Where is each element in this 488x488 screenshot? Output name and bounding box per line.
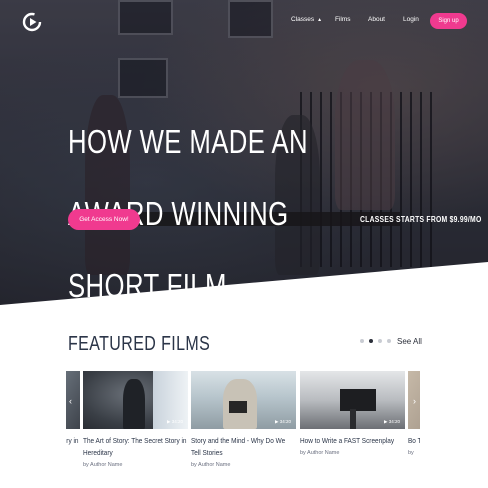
- film-thumbnail[interactable]: ▶ 34:20: [191, 371, 296, 429]
- nav-films[interactable]: Films: [335, 16, 351, 23]
- duration-badge: ▶ 34:20: [167, 419, 183, 425]
- hero-title-line: SHORT FILM: [68, 267, 227, 304]
- film-author: by Author Name: [191, 462, 231, 468]
- film-card[interactable]: The Art of Story: The Secret Story in He…: [66, 371, 80, 459]
- duration-text: 34:20: [388, 419, 400, 424]
- featured-films-title: FEATURED FILMS: [68, 333, 211, 355]
- play-logo-icon[interactable]: [22, 12, 42, 32]
- film-title[interactable]: How to Write a FAST Screenplay: [300, 435, 405, 447]
- film-title[interactable]: The Art of Story: The Secret Story in He…: [83, 435, 188, 459]
- nav-about[interactable]: About: [368, 16, 385, 23]
- nav-login[interactable]: Login: [403, 16, 419, 23]
- classes-price-note: CLASSES STARTS FROM $9.99/MO: [360, 215, 482, 224]
- pagination-dot-active[interactable]: [369, 339, 373, 343]
- film-title[interactable]: Bo Tal: [408, 435, 420, 447]
- film-card[interactable]: ▶ 34:20 How to Write a FAST Screenplay b…: [300, 371, 405, 456]
- film-card[interactable]: ▶ 34:20 Story and the Mind - Why Do We T…: [191, 371, 296, 468]
- nav-classes-label: Classes: [291, 16, 315, 23]
- get-access-button[interactable]: Get Access Now!: [68, 209, 140, 230]
- hero-title-line: HOW WE MADE AN: [68, 123, 308, 160]
- caret-up-icon: ▲: [317, 17, 323, 23]
- film-author: by Author Name: [83, 462, 123, 468]
- duration-text: 34:20: [171, 419, 183, 424]
- thumbnail-figure: [123, 379, 145, 429]
- duration-text: 34:20: [279, 419, 291, 424]
- featured-films-carousel: The Art of Story: The Secret Story in He…: [66, 371, 420, 488]
- chevron-left-icon[interactable]: ‹: [69, 396, 72, 406]
- film-author: by: [408, 450, 414, 456]
- duration-badge: ▶ 34:20: [384, 419, 400, 425]
- see-all-link[interactable]: See All: [397, 337, 422, 346]
- film-card[interactable]: Bo Tal by: [408, 371, 420, 456]
- thumbnail-camera: [229, 401, 247, 413]
- chevron-right-icon[interactable]: ›: [413, 396, 416, 406]
- film-thumbnail[interactable]: ▶ 34:20: [300, 371, 405, 429]
- film-title[interactable]: Story and the Mind - Why Do We Tell Stor…: [191, 435, 296, 459]
- thumbnail-tripod: [350, 409, 356, 429]
- film-thumbnail[interactable]: ▶ 34:20: [83, 371, 188, 429]
- pagination-dot[interactable]: [387, 339, 391, 343]
- signup-button[interactable]: Sign up: [430, 13, 467, 29]
- film-card[interactable]: ▶ 34:20 The Art of Story: The Secret Sto…: [83, 371, 188, 468]
- pagination-dot[interactable]: [360, 339, 364, 343]
- film-title[interactable]: The Art of Story: The Secret Story in He…: [66, 435, 80, 459]
- duration-badge: ▶ 34:20: [275, 419, 291, 425]
- nav-classes[interactable]: Classes ▲: [291, 16, 322, 23]
- pagination-dot[interactable]: [378, 339, 382, 343]
- film-author: by Author Name: [300, 450, 340, 456]
- thumbnail-camera: [340, 389, 376, 411]
